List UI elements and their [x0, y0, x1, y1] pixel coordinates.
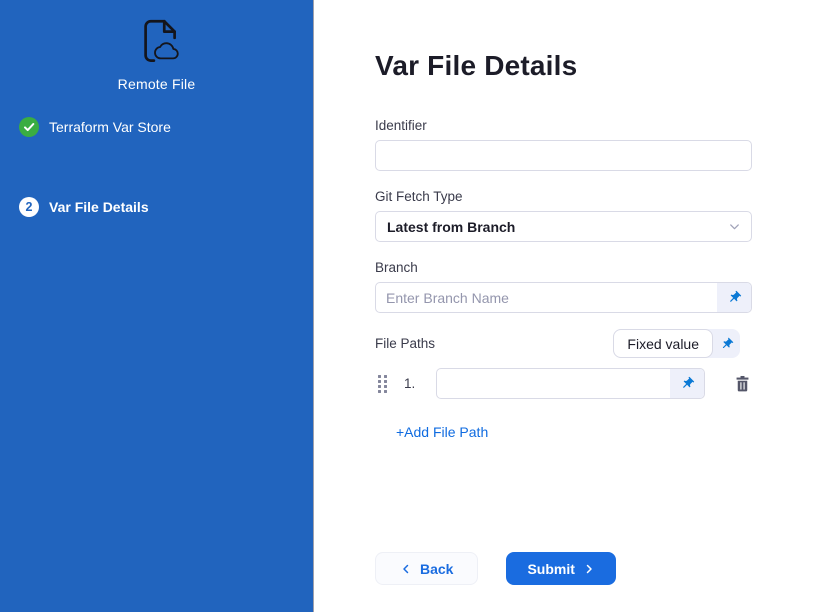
pin-icon — [719, 336, 735, 352]
add-file-path-button[interactable]: +Add File Path — [396, 424, 488, 440]
app-window: Remote File Terraform Var Store 2 Var Fi… — [0, 0, 836, 612]
pin-icon — [679, 375, 696, 392]
git-fetch-type-value: Latest from Branch — [387, 219, 515, 235]
git-fetch-type-field: Git Fetch Type Latest from Branch — [375, 189, 752, 242]
chevron-left-icon — [400, 563, 412, 575]
chevron-right-icon — [583, 563, 595, 575]
git-fetch-type-label: Git Fetch Type — [375, 189, 752, 204]
file-path-row-index: 1. — [404, 376, 422, 391]
file-path-runtime-pin-button[interactable] — [670, 369, 704, 398]
form-footer: Back Submit — [375, 552, 752, 585]
pin-icon — [726, 289, 743, 306]
file-path-input-group — [436, 368, 705, 399]
drag-handle-icon[interactable] — [378, 375, 387, 393]
wizard-header: Remote File — [0, 0, 313, 92]
submit-button-label: Submit — [527, 561, 574, 577]
file-path-input[interactable] — [437, 369, 670, 398]
branch-field: Branch — [375, 260, 752, 313]
remote-file-icon — [128, 14, 186, 72]
wizard-sidebar: Remote File Terraform Var Store 2 Var Fi… — [0, 0, 314, 612]
identifier-input[interactable] — [375, 140, 752, 171]
chevron-down-icon — [727, 219, 742, 234]
identifier-field: Identifier — [375, 118, 752, 171]
file-path-row: 1. — [375, 368, 752, 399]
branch-label: Branch — [375, 260, 752, 275]
back-button[interactable]: Back — [375, 552, 478, 585]
check-circle-icon — [19, 117, 39, 137]
branch-input[interactable] — [376, 283, 717, 312]
file-paths-runtime-pin-button[interactable] — [713, 329, 740, 358]
step-label: Terraform Var Store — [49, 119, 171, 135]
file-paths-header: File Paths Fixed value — [375, 329, 740, 358]
file-paths-label: File Paths — [375, 336, 435, 351]
main-panel: Var File Details Identifier Git Fetch Ty… — [314, 0, 836, 612]
delete-file-path-button[interactable] — [733, 373, 752, 395]
back-button-label: Back — [420, 561, 453, 577]
fixed-value-button[interactable]: Fixed value — [613, 329, 713, 358]
branch-input-group — [375, 282, 752, 313]
page-title: Var File Details — [375, 50, 836, 82]
step-var-file-details[interactable]: 2 Var File Details — [0, 196, 313, 218]
step-number-badge: 2 — [19, 197, 39, 217]
step-terraform-var-store[interactable]: Terraform Var Store — [0, 116, 313, 138]
identifier-label: Identifier — [375, 118, 752, 133]
wizard-caption: Remote File — [118, 76, 196, 92]
branch-runtime-pin-button[interactable] — [717, 283, 751, 312]
submit-button[interactable]: Submit — [506, 552, 615, 585]
git-fetch-type-select[interactable]: Latest from Branch — [375, 211, 752, 242]
trash-icon — [733, 374, 752, 393]
file-paths-multitype-control: Fixed value — [613, 329, 740, 358]
var-file-form: Identifier Git Fetch Type Latest from Br… — [375, 118, 752, 585]
step-label: Var File Details — [49, 199, 149, 215]
wizard-steps: Terraform Var Store 2 Var File Details — [0, 116, 313, 218]
